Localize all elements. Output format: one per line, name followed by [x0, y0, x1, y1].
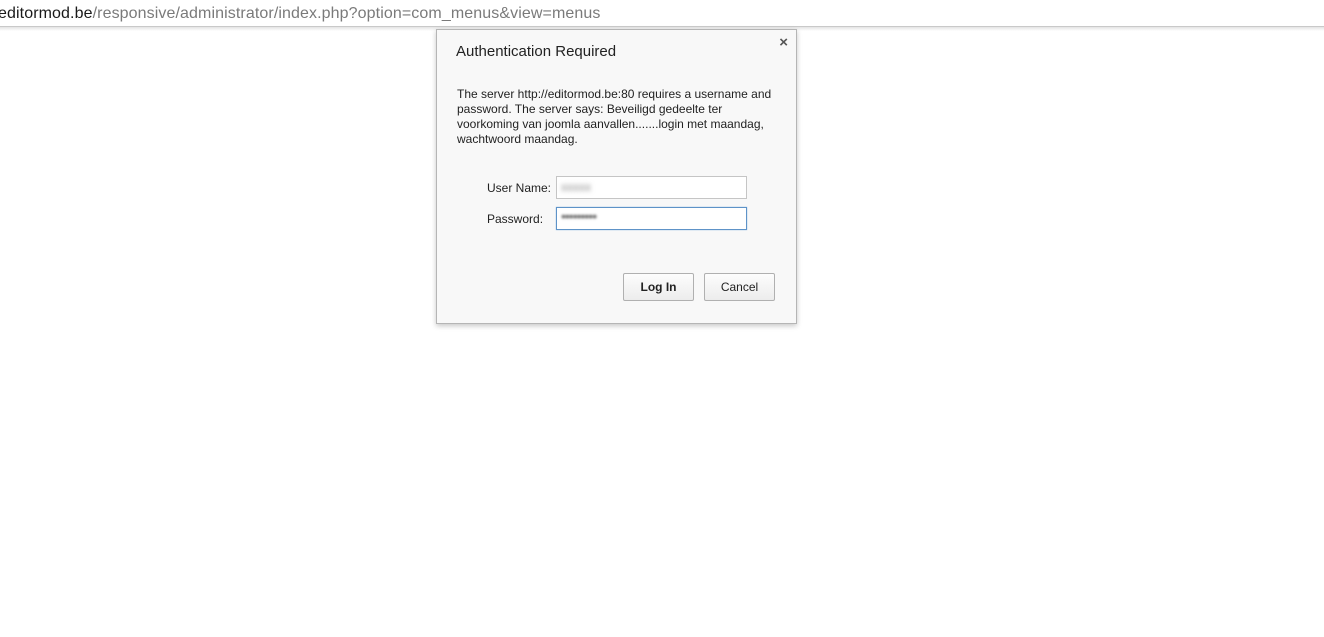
cancel-button[interactable]: Cancel [704, 273, 775, 301]
username-input[interactable]: xxxxx [556, 176, 747, 199]
password-input[interactable]: ••••••••• [556, 207, 747, 230]
dialog-title: Authentication Required [456, 43, 617, 60]
address-bar[interactable]: editormod.be/responsive/administrator/in… [0, 0, 1324, 27]
password-mask: ••••••••• [561, 208, 597, 224]
username-label: User Name: [487, 181, 552, 195]
url-path: /responsive/administrator/index.php?opti… [92, 5, 601, 22]
dialog-message: The server http://editormod.be:80 requir… [457, 87, 772, 146]
password-label: Password: [487, 212, 544, 226]
close-icon[interactable]: × [779, 35, 788, 51]
login-button[interactable]: Log In [623, 273, 694, 301]
url-text[interactable]: editormod.be/responsive/administrator/in… [0, 4, 601, 24]
auth-dialog: Authentication Required × The server htt… [436, 29, 797, 324]
url-host: editormod.be [0, 5, 93, 22]
username-value: xxxxx [561, 180, 591, 194]
